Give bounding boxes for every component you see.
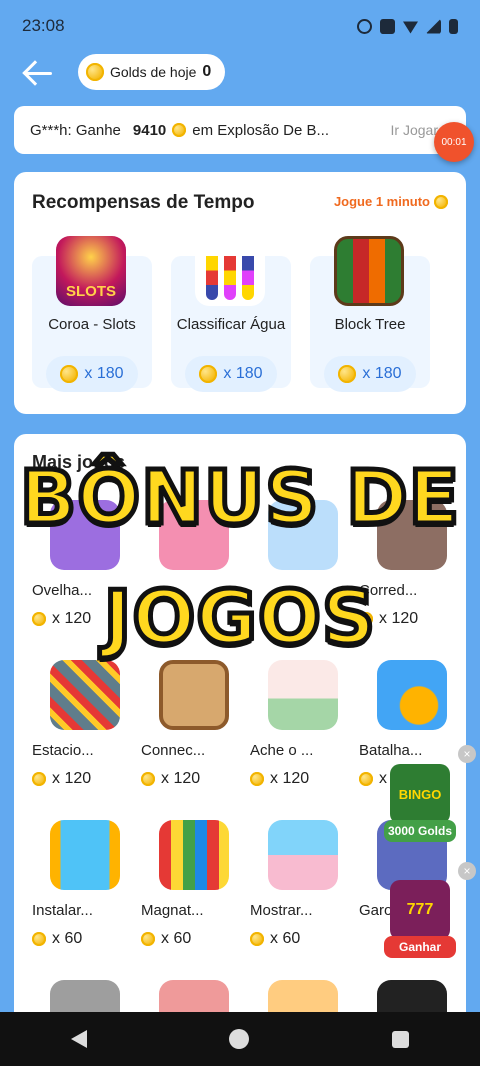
reward-tile[interactable]: Classificar Água x 180	[171, 236, 291, 392]
reward-pill: x 180	[324, 356, 416, 392]
overlay-caption-line2: JOGOS	[101, 573, 377, 664]
play-one-minute-link[interactable]: Jogue 1 minuto	[334, 194, 448, 209]
coin-icon	[359, 772, 373, 786]
fridge-game-art	[50, 820, 120, 890]
battery-icon	[449, 18, 458, 34]
reward-tile[interactable]: SLOTS Coroa - Slots x 180	[32, 236, 152, 392]
game-reward: x 60	[141, 930, 191, 948]
tile-name: Classificar Água	[176, 316, 286, 333]
game-name: Connec...	[141, 742, 206, 759]
game-reward: x 60	[32, 930, 82, 948]
reward-value: x 180	[223, 365, 263, 382]
reward-value: x 120	[270, 770, 310, 787]
coin-icon	[199, 365, 218, 383]
golds-label: Golds de hoje	[110, 64, 197, 80]
top-bar: Golds de hoje 0	[0, 52, 480, 96]
ticker-action[interactable]: Ir Jogar	[391, 122, 438, 138]
status-time: 23:08	[22, 16, 65, 35]
tile-name: Block Tree	[334, 316, 406, 333]
golds-value: 0	[202, 63, 212, 80]
reward-value: x 60	[161, 930, 192, 947]
fruit-connect-art	[159, 660, 229, 730]
parking-game-art	[50, 660, 120, 730]
game-name: Ache o ...	[250, 742, 314, 759]
promo-label: 3000 Golds	[384, 820, 456, 842]
reward-value: x 180	[84, 365, 124, 382]
winner-ticker[interactable]: G***h: Ganhe 9410 em Explosão De B... Ir…	[14, 106, 466, 154]
coin-icon	[141, 772, 155, 786]
game-name: Magnat...	[141, 902, 204, 919]
game-reward: x	[359, 770, 387, 788]
signal-icon	[426, 18, 441, 34]
reward-value: x 60	[52, 930, 83, 947]
reward-pill: x 180	[46, 356, 138, 392]
overlay-caption-line1: BÔNUS DE	[17, 453, 461, 544]
coin-icon	[141, 932, 155, 946]
game-item[interactable]: Connec... x 120	[141, 660, 245, 810]
coin-icon	[250, 772, 264, 786]
coin-icon	[172, 123, 187, 137]
slots-art: SLOTS	[56, 236, 126, 306]
game-item[interactable]: Estacio... x 120	[32, 660, 136, 810]
ticker-amount: 9410	[132, 121, 167, 139]
nav-recent-icon[interactable]	[391, 1030, 409, 1048]
bingo-art: BINGO	[390, 764, 450, 824]
cast-icon	[380, 18, 395, 34]
game-reward: x 60	[250, 930, 300, 948]
close-icon[interactable]: ×	[458, 862, 476, 880]
reward-pill: x 180	[185, 356, 277, 392]
reward-tile[interactable]: Block Tree x 180	[310, 236, 430, 392]
coin-icon	[338, 365, 357, 383]
find-it-art	[268, 660, 338, 730]
system-nav-bar	[0, 1012, 480, 1066]
game-item[interactable]: Ache o ... x 120	[250, 660, 354, 810]
casino-art: 777	[390, 880, 450, 940]
reward-value: x 60	[270, 930, 301, 947]
ticker-user: G***h: Ganhe	[30, 121, 121, 139]
back-arrow-icon[interactable]	[22, 56, 56, 90]
card-title: Recompensas de Tempo	[32, 192, 255, 213]
nav-home-icon[interactable]	[229, 1029, 250, 1049]
promo-label: Ganhar	[384, 936, 456, 958]
status-icons	[357, 18, 458, 34]
runner-girl-art	[268, 820, 338, 890]
timer-badge[interactable]: 00:01	[434, 122, 474, 162]
game-reward: x 120	[141, 770, 200, 788]
car-tycoon-art	[159, 820, 229, 890]
reward-value: x 120	[161, 770, 201, 787]
ticker-text: em Explosão De B...	[192, 121, 330, 139]
game-reward: x 120	[250, 770, 309, 788]
game-item[interactable]: Instalar... x 60	[32, 820, 136, 970]
game-reward: x 120	[32, 770, 91, 788]
coin-icon	[60, 365, 79, 383]
reward-value: x 180	[362, 365, 402, 382]
tile-name: Coroa - Slots	[48, 316, 136, 333]
reward-value: x 120	[52, 770, 92, 787]
casino-promo[interactable]: 777 Ganhar	[384, 880, 456, 958]
time-rewards-card: Recompensas de Tempo Jogue 1 minuto SLOT…	[14, 172, 466, 414]
bingo-promo[interactable]: BINGO 3000 Golds	[384, 764, 456, 842]
wifi-icon	[403, 21, 418, 34]
game-name: Instalar...	[32, 902, 93, 919]
coin-icon	[434, 194, 448, 209]
battle-game-art	[377, 660, 447, 730]
alarm-icon	[357, 18, 372, 34]
game-name: Mostrar...	[250, 902, 313, 919]
water-sort-art	[195, 236, 265, 306]
close-icon[interactable]: ×	[458, 745, 476, 763]
status-bar: 23:08	[0, 0, 480, 52]
link-label: Jogue 1 minuto	[333, 194, 430, 209]
coin-icon	[86, 63, 104, 81]
game-item[interactable]: Mostrar... x 60	[250, 820, 354, 970]
game-name: Batalha...	[359, 742, 423, 759]
nav-back-icon[interactable]	[71, 1030, 88, 1048]
game-name: Estacio...	[32, 742, 94, 759]
golds-today-pill: Golds de hoje 0	[78, 54, 226, 90]
coin-icon	[32, 932, 46, 946]
coin-icon	[32, 772, 46, 786]
block-tree-art	[334, 236, 404, 306]
coin-icon	[250, 932, 264, 946]
game-item[interactable]: Magnat... x 60	[141, 820, 245, 970]
